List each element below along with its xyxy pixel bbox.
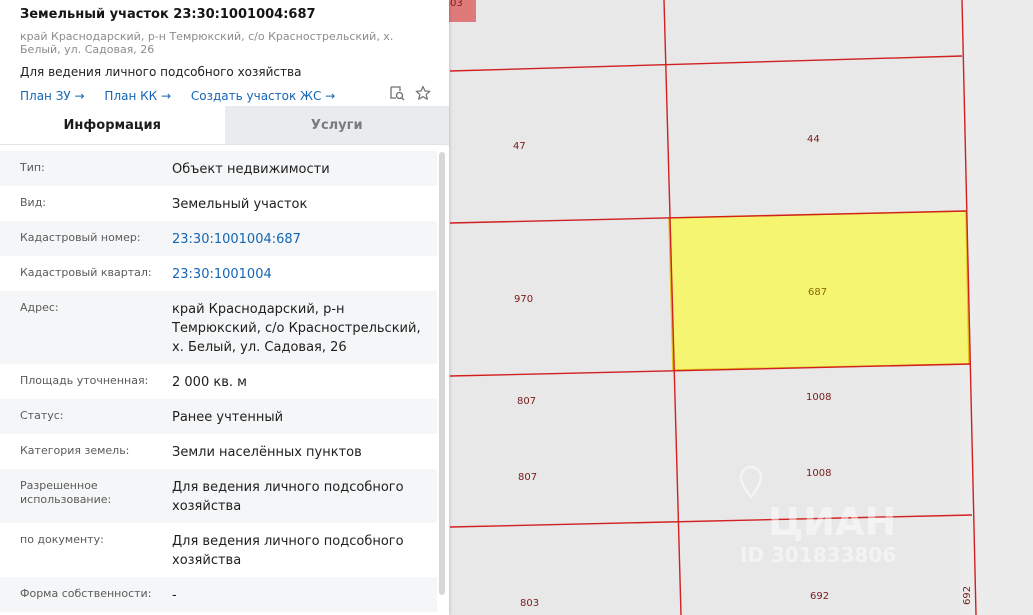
map-search-icon[interactable] xyxy=(389,85,405,101)
info-panel: Земельный участок 23:30:1001004:687 край… xyxy=(0,0,449,615)
cadastral-quarter-link[interactable]: 23:30:1001004 xyxy=(172,265,437,282)
detail-row-area: Площадь уточненная: 2 000 кв. м xyxy=(0,364,437,399)
detail-row-cadastral-number: Кадастровый номер: 23:30:1001004:687 xyxy=(0,221,437,256)
parcel-label: 807 xyxy=(517,396,536,407)
watermark: ЦИАН ID 301833806 xyxy=(739,465,896,567)
detail-value: Ранее учтенный xyxy=(172,410,284,425)
star-icon[interactable] xyxy=(415,85,431,101)
detail-label: Площадь уточненная: xyxy=(20,374,149,387)
parcel-label-selected: 687 xyxy=(808,287,827,298)
detail-value: Для ведения личного подсобного хозяйства xyxy=(172,480,404,514)
watermark-text: ЦИАН xyxy=(768,500,896,544)
plan-zu-link[interactable]: План ЗУ → xyxy=(20,89,85,103)
header-address: край Краснодарский, р-н Темрюкский, с/о … xyxy=(20,30,394,56)
parcel-label: 692 xyxy=(810,591,829,602)
detail-label: Вид: xyxy=(20,196,47,209)
parcel-label: 44 xyxy=(807,134,820,145)
parcel-label: 807 xyxy=(518,472,537,483)
detail-value: 2 000 кв. м xyxy=(172,375,247,390)
cadastral-number-link[interactable]: 23:30:1001004:687 xyxy=(172,230,437,247)
detail-row-status: Статус: Ранее учтенный xyxy=(0,399,437,434)
map-pin-icon xyxy=(739,465,763,499)
watermark-id: ID 301833806 xyxy=(740,543,896,567)
header-purpose: Для ведения личного подсобного хозяйства xyxy=(20,65,302,79)
detail-row-land-category: Категория земель: Земли населённых пункт… xyxy=(0,434,437,469)
detail-row-by-document: по документу: Для ведения личного подсоб… xyxy=(0,523,437,577)
plan-kk-link[interactable]: План КК → xyxy=(104,89,171,103)
detail-row-cadastral-quarter: Кадастровый квартал: 23:30:1001004 xyxy=(0,256,437,291)
panel-header: Земельный участок 23:30:1001004:687 край… xyxy=(0,0,449,106)
header-icons xyxy=(389,85,431,101)
detail-row-address: Адрес: край Краснодарский, р-н Темрюкски… xyxy=(0,291,437,364)
detail-label: Кадастровый номер: xyxy=(20,231,141,244)
parcel-label: 970 xyxy=(514,294,533,305)
parcel-label: 692 xyxy=(962,586,973,605)
details-table: Тип: Объект недвижимости Вид: Земельный … xyxy=(0,151,437,612)
detail-row-type: Тип: Объект недвижимости xyxy=(0,151,437,186)
tab-bar: Информация Услуги xyxy=(0,106,449,145)
tab-info[interactable]: Информация xyxy=(0,106,225,144)
detail-label: Кадастровый квартал: xyxy=(20,266,152,279)
map-region-right xyxy=(960,0,1033,615)
parcel-label: 1008 xyxy=(806,392,831,403)
detail-value: край Краснодарский, р-н Темрюкский, с/о … xyxy=(172,302,421,355)
detail-value: Для ведения личного подсобного хозяйства xyxy=(172,534,404,568)
detail-label: Категория земель: xyxy=(20,444,130,457)
detail-label: Адрес: xyxy=(20,301,59,314)
detail-row-ownership: Форма собственности: - xyxy=(0,577,437,612)
detail-value: Земельный участок xyxy=(172,197,308,212)
panel-scrollbar[interactable] xyxy=(439,152,445,595)
create-parcel-link[interactable]: Создать участок ЖС → xyxy=(191,89,335,103)
tab-services[interactable]: Услуги xyxy=(224,106,449,144)
parcel-label: 803 xyxy=(520,598,539,609)
parcel-label: 03 xyxy=(450,0,463,9)
detail-label: Форма собственности: xyxy=(20,587,152,600)
page-title: Земельный участок 23:30:1001004:687 xyxy=(20,7,316,22)
parcel-label: 47 xyxy=(513,141,526,152)
detail-label: Разрешенное использование: xyxy=(20,479,112,506)
header-links: План ЗУ → План КК → Создать участок ЖС → xyxy=(20,89,429,104)
parcel-label: 1008 xyxy=(806,468,831,479)
detail-label: Статус: xyxy=(20,409,64,422)
detail-value: Земли населённых пунктов xyxy=(172,445,362,460)
detail-label: по документу: xyxy=(20,533,104,546)
detail-row-permitted-use: Разрешенное использование: Для ведения л… xyxy=(0,469,437,523)
detail-value: - xyxy=(172,588,177,603)
detail-value: Объект недвижимости xyxy=(172,162,330,177)
boundary-line xyxy=(449,55,963,72)
detail-row-kind: Вид: Земельный участок xyxy=(0,186,437,221)
detail-label: Тип: xyxy=(20,161,45,174)
